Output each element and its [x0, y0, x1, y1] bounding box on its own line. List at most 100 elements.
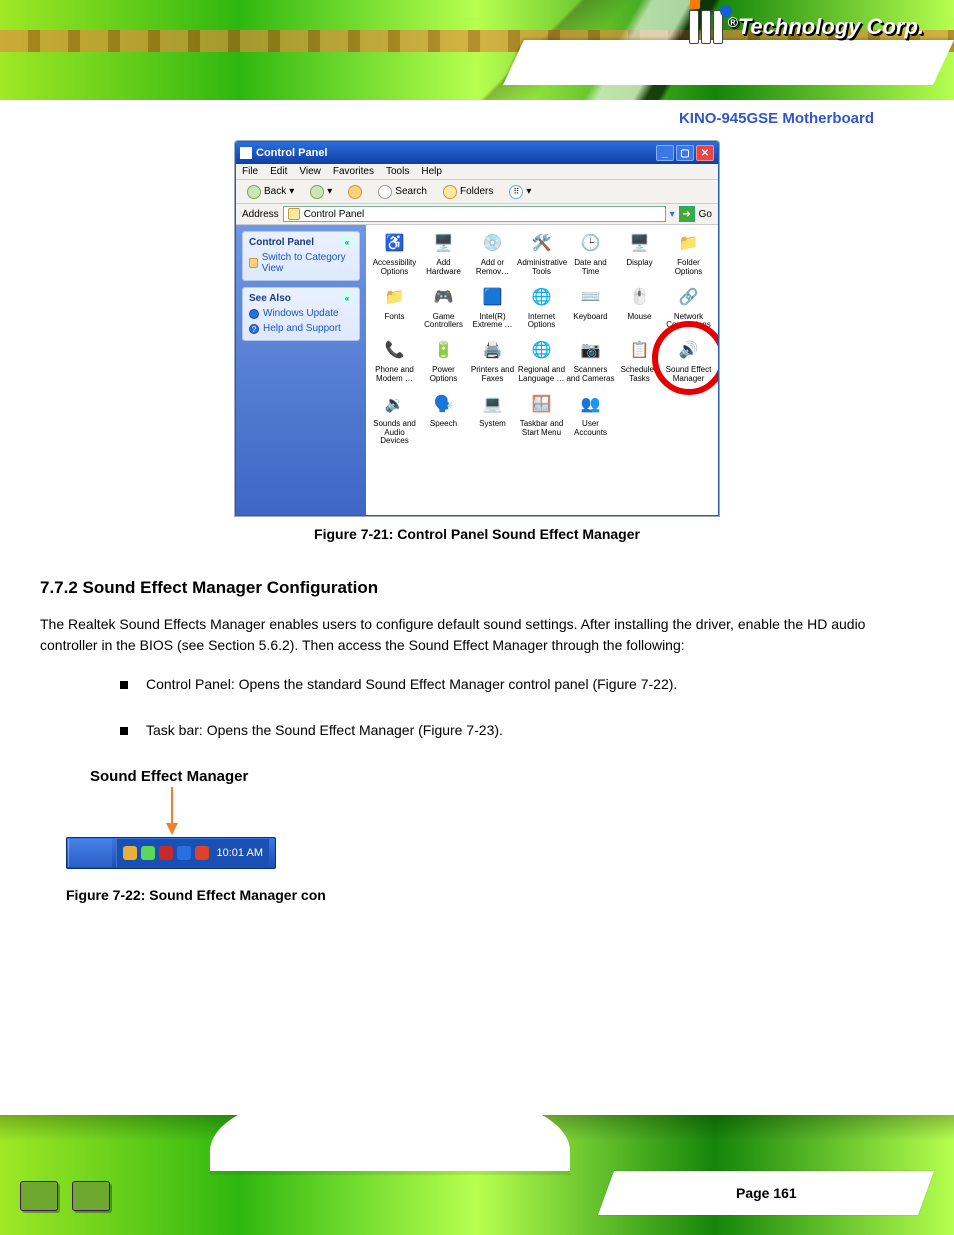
- section-heading: 7.7.2 Sound Effect Manager Configuration: [40, 578, 914, 598]
- applet-label: Network Connections: [664, 313, 713, 331]
- window-close-button[interactable]: ✕: [696, 145, 714, 161]
- category-icon: [249, 258, 258, 268]
- display-icon[interactable]: [177, 846, 191, 860]
- folders-button[interactable]: Folders: [438, 183, 498, 201]
- control-panel-item[interactable]: 🌐Regional and Language …: [517, 338, 566, 384]
- help-support-link[interactable]: ? Help and Support: [249, 323, 353, 334]
- control-panel-item[interactable]: 🎮Game Controllers: [419, 285, 468, 331]
- control-panel-item[interactable]: 💿Add or Remov…: [468, 231, 517, 277]
- control-panel-item[interactable]: 🖥️Add Hardware: [419, 231, 468, 277]
- control-panel-item[interactable]: 🛠️Administrative Tools: [517, 231, 566, 277]
- menu-favorites[interactable]: Favorites: [333, 166, 374, 177]
- applet-icon: 👥: [578, 392, 604, 418]
- control-panel-item[interactable]: 👥 User Accounts: [566, 392, 615, 446]
- applet-label: Mouse: [615, 313, 664, 322]
- forward-arrow-icon: [310, 185, 324, 199]
- control-panel-item[interactable]: 🌐Internet Options: [517, 285, 566, 331]
- window-titlebar[interactable]: Control Panel _ ▢ ✕: [236, 142, 718, 164]
- help-icon: ?: [249, 324, 259, 334]
- bullet-text: Task bar: Opens the Sound Effect Manager…: [146, 722, 503, 738]
- control-panel-item[interactable]: 📞 Phone and Modem …: [370, 338, 419, 384]
- back-dropdown-icon[interactable]: ▾: [289, 186, 294, 197]
- taskbar-quicklaunch[interactable]: [68, 839, 112, 867]
- switch-category-view-link[interactable]: Switch to Category View: [249, 252, 353, 274]
- shield-icon[interactable]: [195, 846, 209, 860]
- control-panel-item[interactable]: 🕒Date and Time: [566, 231, 615, 277]
- bullet-list: Control Panel: Opens the standard Sound …: [120, 676, 914, 738]
- control-panel-item[interactable]: 📷 Scanners and Cameras: [566, 338, 615, 384]
- menu-bar[interactable]: File Edit View Favorites Tools Help: [236, 164, 718, 180]
- control-panel-item[interactable]: 🖥️Display: [615, 231, 664, 277]
- back-label: Back: [264, 186, 286, 197]
- paragraph-1: The Realtek Sound Effects Manager enable…: [40, 614, 914, 656]
- see-also-title: See Also: [249, 293, 291, 304]
- applet-label: User Accounts: [566, 420, 615, 438]
- sound-effect-manager-label: Sound Effect Manager: [90, 768, 914, 785]
- applet-label: Accessibility Options: [370, 259, 419, 277]
- sidebar-card-control-panel: Control Panel « Switch to Category View: [242, 231, 360, 281]
- control-panel-item[interactable]: 🔗Network Connections: [664, 285, 713, 331]
- windows-update-link[interactable]: Windows Update: [249, 308, 353, 319]
- applet-label: Display: [615, 259, 664, 268]
- collapse-icon[interactable]: «: [341, 236, 353, 248]
- window-minimize-button[interactable]: _: [656, 145, 674, 161]
- switch-category-view-label: Switch to Category View: [262, 252, 353, 274]
- address-field[interactable]: Control Panel: [283, 206, 666, 222]
- applet-icon: 📁: [676, 231, 702, 257]
- control-panel-item[interactable]: 📁Fonts: [370, 285, 419, 331]
- sidebar-card-see-also: See Also « Windows Update ? Help and Sup…: [242, 287, 360, 341]
- applet-label: Scanners and Cameras: [566, 366, 615, 384]
- control-panel-item[interactable]: ♿ Accessibility Options: [370, 231, 419, 277]
- control-panel-item[interactable]: ⌨️Keyboard: [566, 285, 615, 331]
- applet-icon: 🔉: [382, 392, 408, 418]
- applet-label: Taskbar and Start Menu: [517, 420, 566, 438]
- applet-label: Intel(R) Extreme …: [468, 313, 517, 331]
- update-icon[interactable]: [123, 846, 137, 860]
- address-dropdown-icon[interactable]: ▾: [670, 209, 675, 220]
- network-icon[interactable]: [141, 846, 155, 860]
- applet-icon: 🌐: [529, 285, 555, 311]
- go-button[interactable]: ➔: [679, 206, 695, 222]
- applet-label: Phone and Modem …: [370, 366, 419, 384]
- forward-button[interactable]: ▾: [305, 183, 337, 201]
- control-panel-item[interactable]: 🔊Sound Effect Manager: [664, 338, 713, 384]
- control-panel-item[interactable]: 🟦Intel(R) Extreme …: [468, 285, 517, 331]
- collapse-icon[interactable]: «: [341, 292, 353, 304]
- up-button[interactable]: [343, 183, 367, 201]
- control-panel-item[interactable]: 🖨️Printers and Faxes: [468, 338, 517, 384]
- applet-icon: 📋: [627, 338, 653, 364]
- applet-label: Keyboard: [566, 313, 615, 322]
- menu-edit[interactable]: Edit: [270, 166, 287, 177]
- search-button[interactable]: Search: [373, 183, 432, 201]
- views-dropdown-icon[interactable]: ▾: [526, 186, 531, 197]
- document-title: KINO-945GSE Motherboard: [40, 110, 914, 127]
- icon-grid: ♿ Accessibility Options🖥️Add Hardware💿Add…: [366, 225, 718, 515]
- window-maximize-button[interactable]: ▢: [676, 145, 694, 161]
- globe-icon: [249, 309, 259, 319]
- control-panel-item[interactable]: 🪟Taskbar and Start Menu: [517, 392, 566, 446]
- control-panel-item[interactable]: 💻System: [468, 392, 517, 446]
- applet-icon: 📷: [578, 338, 604, 364]
- menu-view[interactable]: View: [299, 166, 321, 177]
- control-panel-item[interactable]: 🗣️Speech: [419, 392, 468, 446]
- views-button[interactable]: ⠿ ▾: [504, 183, 536, 201]
- figure-caption-2: Figure 7-22: Sound Effect Manager con: [66, 887, 914, 903]
- applet-label: Scheduled Tasks: [615, 366, 664, 384]
- sound-effect-manager-icon[interactable]: [159, 846, 173, 860]
- menu-help[interactable]: Help: [421, 166, 442, 177]
- control-panel-item[interactable]: 🖱️Mouse: [615, 285, 664, 331]
- menu-file[interactable]: File: [242, 166, 258, 177]
- back-button[interactable]: Back ▾: [242, 183, 299, 201]
- search-label: Search: [395, 186, 427, 197]
- control-panel-item[interactable]: 📋 Scheduled Tasks: [615, 338, 664, 384]
- control-panel-item[interactable]: 🔉Sounds and Audio Devices: [370, 392, 419, 446]
- control-panel-item[interactable]: 🔋Power Options: [419, 338, 468, 384]
- applet-icon: ♿: [382, 231, 408, 257]
- control-panel-item[interactable]: 📁Folder Options: [664, 231, 713, 277]
- system-tray: 10:01 AM: [116, 839, 269, 867]
- address-icon: [288, 208, 300, 220]
- bullet-icon: [120, 727, 128, 735]
- forward-dropdown-icon[interactable]: ▾: [327, 186, 332, 197]
- applet-icon: 📞: [382, 338, 408, 364]
- menu-tools[interactable]: Tools: [386, 166, 409, 177]
